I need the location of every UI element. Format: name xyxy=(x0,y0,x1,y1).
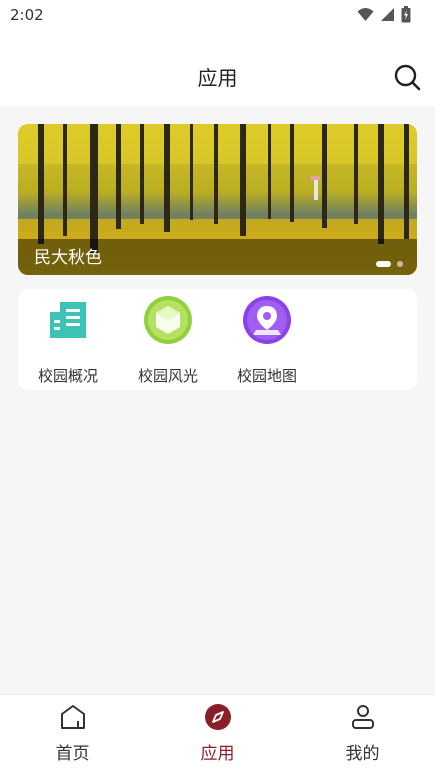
tab-profile[interactable]: 我的 xyxy=(290,695,435,773)
search-icon[interactable] xyxy=(393,63,421,91)
tab-label: 我的 xyxy=(345,744,380,764)
map-pin-icon xyxy=(243,296,291,344)
status-icons xyxy=(357,6,411,23)
tab-apps[interactable]: 应用 xyxy=(145,695,290,773)
app-campus-map[interactable]: 校园地图 xyxy=(217,294,317,386)
battery-icon xyxy=(401,6,411,23)
pagination-dot xyxy=(397,261,403,267)
landscape-icon xyxy=(144,296,192,344)
app-campus-overview[interactable]: 校园概况 xyxy=(18,294,118,386)
tab-home[interactable]: 首页 xyxy=(0,695,145,773)
banner-carousel[interactable]: 民大秋色 xyxy=(18,124,417,275)
apps-grid: 校园概况 校园风光 校园地图 xyxy=(18,289,417,390)
wifi-icon xyxy=(357,8,374,21)
app-label: 校园地图 xyxy=(236,367,297,385)
compass-icon xyxy=(205,704,231,730)
tab-label: 首页 xyxy=(55,744,90,764)
banner-caption: 民大秋色 xyxy=(34,248,102,268)
status-bar: 2:02 xyxy=(0,0,435,32)
status-time: 2:02 xyxy=(10,6,44,24)
app-header: 应用 xyxy=(0,32,435,106)
pagination-dot-active xyxy=(376,261,391,267)
banner-pagination xyxy=(376,261,403,267)
app-label: 校园风光 xyxy=(137,367,198,385)
page-title: 应用 xyxy=(197,66,238,90)
bottom-tab-bar: 首页 应用 我的 xyxy=(0,694,435,773)
profile-icon xyxy=(352,705,374,729)
building-icon xyxy=(50,302,86,338)
tab-label: 应用 xyxy=(200,744,235,764)
app-label: 校园概况 xyxy=(37,367,98,385)
signal-icon xyxy=(381,8,394,21)
home-icon xyxy=(61,705,85,729)
app-campus-scenery[interactable]: 校园风光 xyxy=(118,294,218,386)
